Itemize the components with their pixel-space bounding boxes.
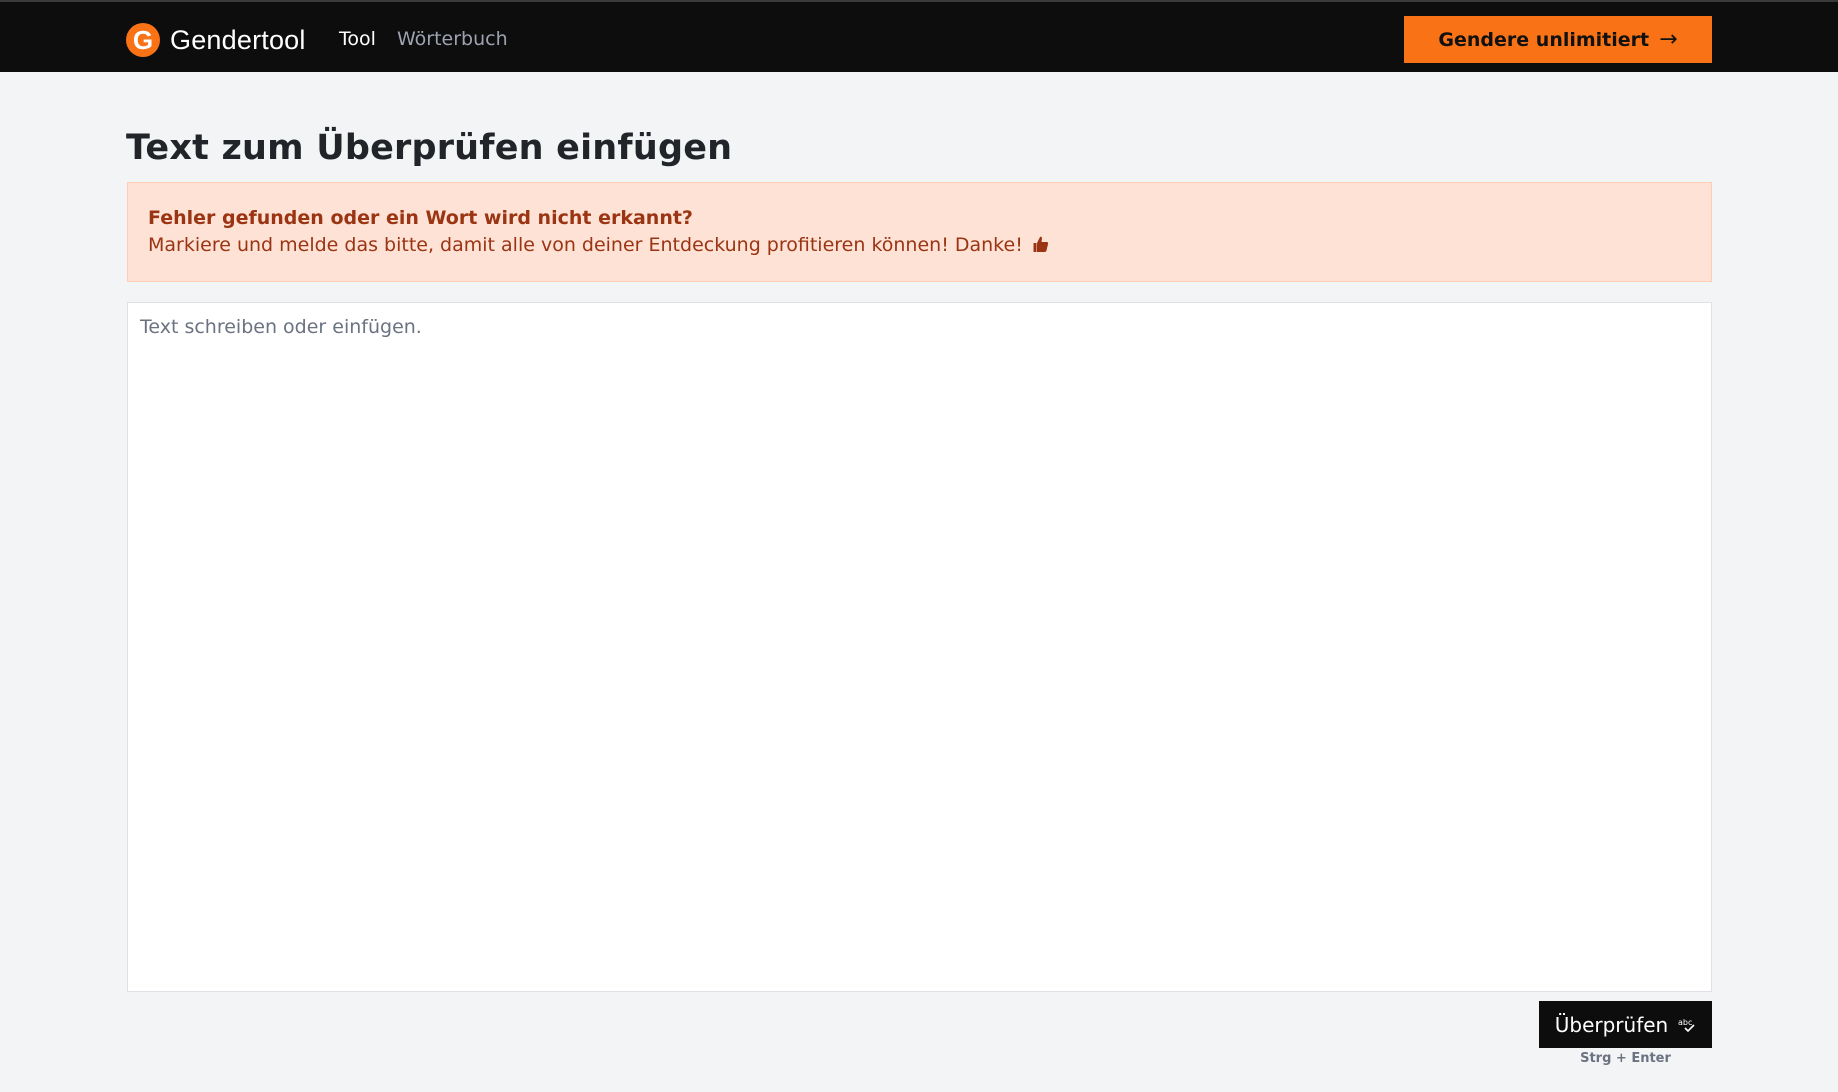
spellcheck-icon: abc <box>1678 1017 1696 1033</box>
nav-link-woerterbuch[interactable]: Wörterbuch <box>397 26 508 52</box>
nav-link-tool[interactable]: Tool <box>339 26 376 52</box>
alert-text: Markiere und melde das bitte, damit alle… <box>148 234 1023 256</box>
brand-name: Gendertool <box>170 25 306 56</box>
cta-label: Gendere unlimitiert <box>1438 29 1649 51</box>
svg-text:abc: abc <box>1678 1018 1692 1027</box>
brand-logo-icon: G <box>126 23 160 57</box>
shortcut-hint: Strg + Enter <box>1539 1051 1712 1066</box>
ueberpruefen-button[interactable]: Überprüfen abc <box>1539 1001 1712 1048</box>
page-title: Text zum Überprüfen einfügen <box>126 128 732 168</box>
alert-message: Markiere und melde das bitte, damit alle… <box>148 231 1691 261</box>
check-button-label: Überprüfen <box>1555 1013 1668 1037</box>
alert-heading: Fehler gefunden oder ein Wort wird nicht… <box>148 205 1691 231</box>
text-input[interactable] <box>128 303 1711 991</box>
text-editor <box>127 302 1712 992</box>
thumbs-up-icon <box>1033 233 1049 261</box>
top-navbar: G Gendertool Tool Wörterbuch Gendere unl… <box>0 0 1838 72</box>
gendere-unlimitiert-button[interactable]: Gendere unlimitiert → <box>1404 16 1712 63</box>
feedback-alert: Fehler gefunden oder ein Wort wird nicht… <box>127 182 1712 282</box>
arrow-right-icon: → <box>1659 27 1677 52</box>
brand-link[interactable]: G Gendertool <box>126 23 306 57</box>
